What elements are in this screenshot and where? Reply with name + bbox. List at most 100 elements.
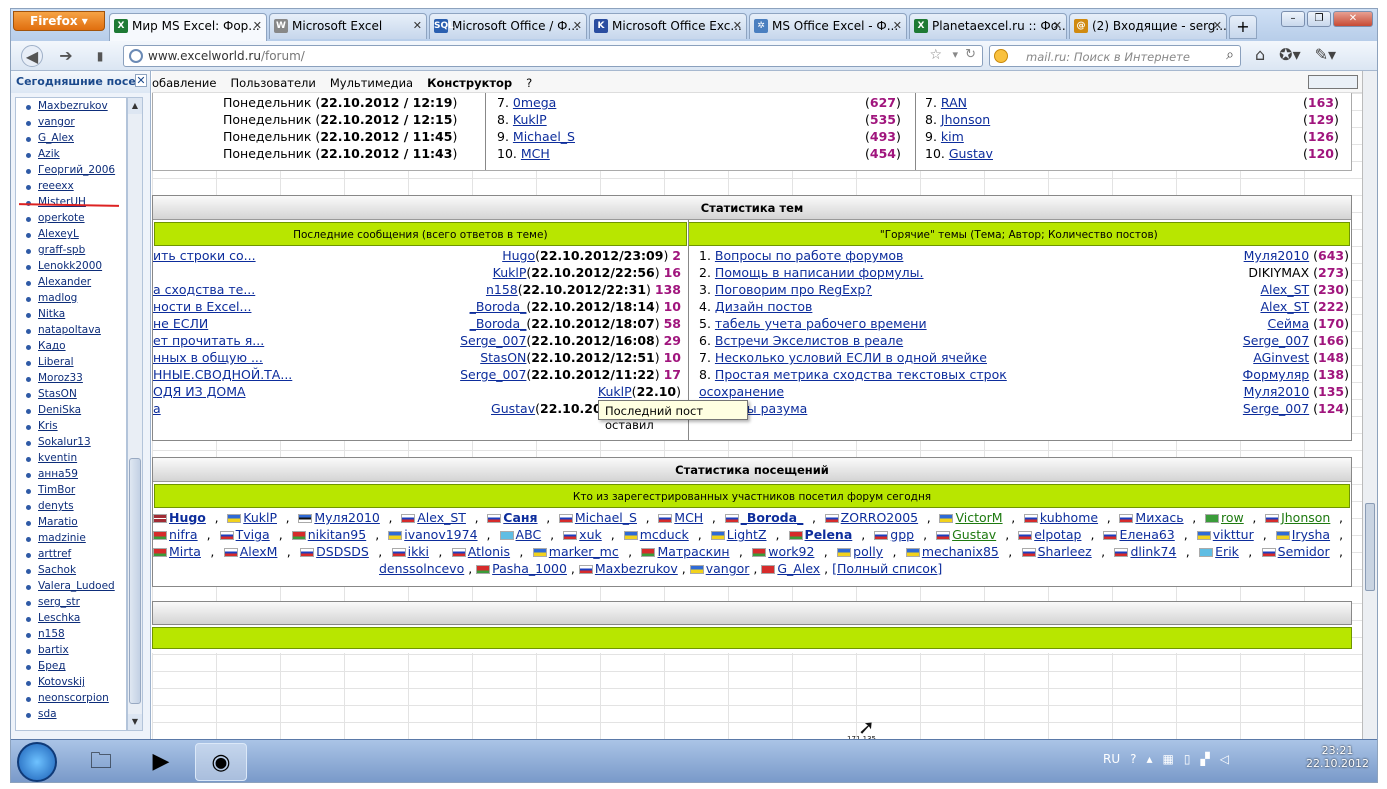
poster-link[interactable]: KuklP (513, 112, 547, 127)
sidebar-user-link[interactable]: madzinie (16, 532, 126, 548)
hot-topic-author[interactable]: Alex_ST (1260, 299, 1309, 314)
author-link[interactable]: Serge_007 (460, 333, 526, 348)
latest-topic-link[interactable]: а сходства те... (153, 282, 255, 299)
forward-button[interactable]: ➔ (55, 45, 77, 67)
poster-link[interactable]: Gustav (949, 146, 993, 161)
close-window-button[interactable]: ✕ (1333, 11, 1373, 27)
visitor-link[interactable]: ivanov1974 (404, 527, 477, 542)
visitor-link[interactable]: ZORRO2005 (841, 510, 918, 525)
visitor-link[interactable]: vangor (706, 561, 750, 576)
visitor-link[interactable]: vikttur (1213, 527, 1254, 542)
start-button[interactable] (17, 742, 57, 782)
sidebar-user-link[interactable]: StasON (16, 388, 126, 404)
tab-close-icon[interactable]: ✕ (573, 19, 582, 32)
sidebar-user-link[interactable]: madlog (16, 292, 126, 308)
sidebar-user-link[interactable]: Георгий_2006 (16, 164, 126, 180)
address-bar[interactable]: www.excelworld.ru/forum/ ☆ ▾ ↻ (123, 45, 983, 67)
hot-topic-link[interactable]: Встречи Экселистов в реале (715, 333, 903, 348)
firefox-menu-button[interactable]: Firefox ▾ (13, 11, 105, 31)
sidebar-user-link[interactable]: kventin (16, 452, 126, 468)
sidebar-user-link[interactable]: vangor (16, 116, 126, 132)
sidebar-user-link[interactable]: AlexeyL (16, 228, 126, 244)
menu-item[interactable]: Пользователи (230, 76, 315, 92)
visitor-link[interactable]: marker_mc (549, 544, 619, 559)
author-link[interactable]: KuklP (493, 265, 527, 280)
author-link[interactable]: KuklP (598, 384, 632, 399)
sidebar-scrollbar[interactable]: ▲ ▼ (127, 97, 143, 731)
sidebar-user-link[interactable]: Sachok (16, 564, 126, 580)
hot-topic-author[interactable]: Serge_007 (1243, 333, 1309, 348)
browser-tab[interactable]: SQL Microsoft Office / Ф... ✕ (429, 13, 587, 39)
latest-topic-link[interactable]: ности в Excel... (153, 299, 251, 316)
hot-topic-author[interactable]: AGinvest (1253, 350, 1309, 365)
tab-close-icon[interactable]: ✕ (1213, 19, 1222, 32)
visitor-link[interactable]: G_Alex (777, 561, 820, 576)
visitor-link[interactable]: Елена63 (1119, 527, 1174, 542)
help-icon[interactable]: ? (1130, 752, 1136, 766)
visitor-link[interactable]: denssolncevo (379, 561, 464, 576)
poster-link[interactable]: MCH (521, 146, 550, 161)
visitor-link[interactable]: Муля2010 (314, 510, 380, 525)
visitor-link[interactable]: VictorM (955, 510, 1002, 525)
visitor-link[interactable]: LightZ (727, 527, 767, 542)
latest-topic-link[interactable]: а (153, 401, 161, 418)
network-icon[interactable]: ▦ (1163, 752, 1174, 766)
sidebar-user-link[interactable]: Kris (16, 420, 126, 436)
menu-item[interactable]: Конструктор (427, 76, 512, 92)
battery-icon[interactable]: ▯ (1184, 752, 1191, 766)
hot-topic-link[interactable]: Помощь в написании формулы. (715, 265, 924, 280)
sidebar-user-link[interactable]: arttref (16, 548, 126, 564)
sidebar-user-link[interactable]: Moroz33 (16, 372, 126, 388)
visitor-link[interactable]: ABC (516, 527, 542, 542)
language-indicator[interactable]: RU (1103, 752, 1120, 766)
hot-topic-link[interactable]: Несколько условий ЕСЛИ в одной ячейке (715, 350, 987, 365)
zoom-slider[interactable] (1308, 75, 1358, 89)
sidebar-user-link[interactable]: Leschka (16, 612, 126, 628)
reload-icon[interactable]: ↻ (965, 47, 976, 62)
menu-item[interactable]: обавление (152, 76, 216, 92)
sidebar-user-link[interactable]: Maxbezrukov (16, 100, 126, 116)
visitor-link[interactable]: polly (853, 544, 883, 559)
browser-tab[interactable]: ✲ MS Office Excel - Ф... ✕ (749, 13, 907, 39)
maximize-button[interactable]: ❐ (1307, 11, 1331, 27)
sidebar-close-button[interactable]: ✕ (135, 74, 147, 87)
browser-tab[interactable]: W Microsoft Excel ✕ (269, 13, 427, 39)
search-box[interactable]: mail.ru: Поиск в Интернете ⌕ (989, 45, 1241, 67)
visitor-link[interactable]: mechanix85 (922, 544, 999, 559)
sidebar-user-link[interactable]: Кадо (16, 340, 126, 356)
poster-link[interactable]: kim (941, 129, 964, 144)
sidebar-user-link[interactable]: natapoltava (16, 324, 126, 340)
visitor-link[interactable]: nikitan95 (308, 527, 367, 542)
scroll-up-arrow-icon[interactable]: ▲ (128, 98, 142, 114)
author-link[interactable]: Hugo (502, 248, 535, 263)
poster-link[interactable]: Michael_S (513, 129, 575, 144)
browser-tab[interactable]: X Planetaexcel.ru :: Фо... ✕ (909, 13, 1067, 39)
visitor-link[interactable]: Саня (503, 510, 537, 525)
visitor-link[interactable]: mcduck (640, 527, 689, 542)
visitor-link[interactable]: Gustav (952, 527, 996, 542)
search-engine-icon[interactable] (994, 49, 1008, 63)
tab-close-icon[interactable]: ✕ (253, 19, 262, 32)
visitor-link[interactable]: Михась (1135, 510, 1183, 525)
visitor-link[interactable]: MCH (674, 510, 703, 525)
signal-bars-icon[interactable]: ▞ (1200, 752, 1209, 766)
browser-tab[interactable]: @ (2) Входящие - serg... ✕ (1069, 13, 1227, 39)
poster-link[interactable]: RAN (941, 95, 967, 110)
hot-topic-link[interactable]: осохранение (699, 384, 784, 399)
new-tab-button[interactable]: + (1229, 15, 1257, 39)
sidebar-user-link[interactable]: graff-spb (16, 244, 126, 260)
visitor-link[interactable]: Матраскин (657, 544, 729, 559)
sidebar-user-link[interactable]: neonscorpion (16, 692, 126, 708)
latest-topic-link[interactable]: ить строки со... (153, 248, 256, 265)
sidebar-user-link[interactable]: TimBor (16, 484, 126, 500)
visitor-link[interactable]: Pelena (805, 527, 853, 542)
volume-icon[interactable]: ◁ (1220, 752, 1229, 766)
hot-topic-link[interactable]: Простая метрика сходства текстовых строк (715, 367, 1007, 382)
visitor-link[interactable]: Erik (1215, 544, 1239, 559)
sidebar-user-link[interactable]: serg_str (16, 596, 126, 612)
sidebar-user-link[interactable]: operkote (16, 212, 126, 228)
sidebar-user-link[interactable]: Sokalur13 (16, 436, 126, 452)
search-icon[interactable]: ⌕ (1226, 47, 1234, 63)
sidebar-user-link[interactable]: Azik (16, 148, 126, 164)
visitor-link[interactable]: Pasha_1000 (492, 561, 567, 576)
